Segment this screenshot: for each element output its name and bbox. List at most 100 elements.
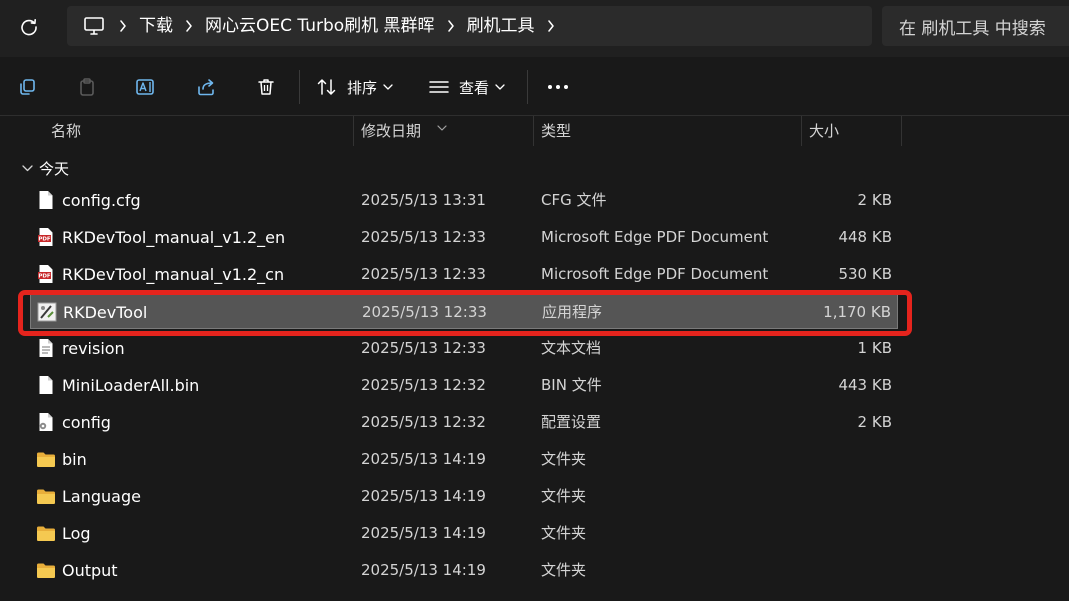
file-name: bin — [62, 450, 87, 469]
copy-icon — [20, 79, 35, 95]
column-header-name[interactable]: 名称 — [51, 116, 81, 146]
app-icon — [37, 302, 57, 322]
file-size: 530 KB — [838, 265, 892, 283]
more-options-button[interactable] — [543, 71, 573, 103]
search-placeholder: 在 刷机工具 中搜索 — [899, 18, 1046, 39]
trash-icon — [258, 79, 274, 95]
file-row[interactable]: PDF RKDevTool_manual_v1.2_cn 2025/5/13 12:… — [30, 257, 898, 292]
view-label: 查看 — [459, 78, 490, 97]
folder-icon — [36, 449, 56, 469]
copy-button[interactable] — [12, 71, 42, 103]
delete-button[interactable] — [251, 71, 281, 103]
file-type: 文件夹 — [541, 561, 587, 579]
file-date: 2025/5/13 14:19 — [361, 450, 486, 468]
file-row[interactable]: PDF RKDevTool_manual_v1.2_en 2025/5/13 12:… — [30, 220, 898, 255]
folder-icon — [36, 486, 56, 506]
text-file-icon — [36, 338, 56, 358]
toolbar-divider — [299, 70, 300, 104]
file-row[interactable]: revision 2025/5/13 12:33 文本文档 1 KB — [30, 331, 898, 366]
file-name: config — [62, 413, 111, 432]
file-size: 2 KB — [857, 191, 892, 209]
breadcrumb-chevron-icon[interactable] — [173, 6, 205, 46]
chevron-down-icon — [383, 84, 393, 90]
file-row-selected[interactable]: RKDevTool 2025/5/13 12:33 应用程序 1,170 KB — [30, 294, 898, 329]
folder-icon — [36, 523, 56, 543]
file-date: 2025/5/13 14:19 — [361, 524, 486, 542]
file-name: Language — [62, 487, 141, 506]
file-name: config.cfg — [62, 191, 141, 210]
file-type: 文件夹 — [541, 487, 587, 505]
file-explorer-window: 下载 网心云OEC Turbo刷机 黑群晖 刷机工具 在 刷机工具 中搜索 排序… — [0, 0, 1069, 601]
file-date: 2025/5/13 12:32 — [361, 376, 486, 394]
file-date: 2025/5/13 12:33 — [362, 303, 487, 321]
view-list-icon — [429, 81, 449, 93]
file-row[interactable]: Output 2025/5/13 14:19 文件夹 — [30, 553, 898, 588]
file-row[interactable]: Log 2025/5/13 14:19 文件夹 — [30, 516, 898, 551]
file-name: Log — [62, 524, 91, 543]
column-header-type[interactable]: 类型 — [541, 116, 571, 146]
paste-button[interactable] — [72, 71, 102, 103]
file-type: Microsoft Edge PDF Document — [541, 228, 769, 246]
pdf-icon: PDF — [36, 264, 56, 284]
search-input[interactable]: 在 刷机工具 中搜索 — [882, 6, 1069, 46]
pdf-icon: PDF — [36, 227, 56, 247]
settings-file-icon — [36, 412, 56, 432]
file-row[interactable]: Language 2025/5/13 14:19 文件夹 — [30, 479, 898, 514]
file-name: revision — [62, 339, 125, 358]
more-icon — [548, 85, 568, 89]
sort-indicator-icon — [437, 116, 447, 135]
breadcrumb-downloads[interactable]: 下载 — [139, 6, 173, 46]
sort-label: 排序 — [347, 78, 378, 97]
file-row[interactable]: MiniLoaderAll.bin 2025/5/13 12:32 BIN 文件 44… — [30, 368, 898, 403]
file-name: RKDevTool — [63, 303, 148, 322]
this-pc-icon[interactable] — [83, 14, 107, 38]
breadcrumb-current-folder[interactable]: 刷机工具 — [467, 6, 535, 46]
chevron-down-icon — [495, 84, 505, 90]
file-row[interactable]: config 2025/5/13 12:32 配置设置 2 KB — [30, 405, 898, 440]
breadcrumb-chevron-icon[interactable] — [535, 6, 567, 46]
file-date: 2025/5/13 12:33 — [361, 339, 486, 357]
file-type: CFG 文件 — [541, 191, 607, 209]
column-resize-handle[interactable] — [801, 116, 802, 146]
file-type: 文件夹 — [541, 450, 587, 468]
command-bar: 排序 查看 — [0, 57, 1069, 116]
share-icon — [198, 79, 214, 96]
sort-button[interactable]: 排序 — [316, 71, 393, 103]
file-row[interactable]: config.cfg 2025/5/13 13:31 CFG 文件 2 KB — [30, 183, 898, 218]
address-bar[interactable]: 下载 网心云OEC Turbo刷机 黑群晖 刷机工具 — [67, 6, 872, 46]
chevron-down-icon[interactable] — [22, 164, 33, 172]
address-row: 下载 网心云OEC Turbo刷机 黑群晖 刷机工具 在 刷机工具 中搜索 — [0, 0, 1069, 57]
share-button[interactable] — [191, 71, 221, 103]
file-size: 1,170 KB — [823, 303, 891, 321]
file-date: 2025/5/13 14:19 — [361, 487, 486, 505]
breadcrumb-chevron-icon[interactable] — [435, 6, 467, 46]
file-icon — [36, 375, 56, 395]
file-date: 2025/5/13 14:19 — [361, 561, 486, 579]
column-header-date[interactable]: 修改日期 — [361, 116, 421, 146]
column-resize-handle[interactable] — [353, 116, 354, 146]
refresh-button[interactable] — [12, 10, 46, 44]
breadcrumb-chevron-icon[interactable] — [107, 6, 139, 46]
rename-button[interactable] — [131, 71, 161, 103]
file-size: 2 KB — [857, 413, 892, 431]
breadcrumb-oec-folder[interactable]: 网心云OEC Turbo刷机 黑群晖 — [205, 6, 435, 46]
group-header-today[interactable]: 今天 — [0, 153, 69, 183]
refresh-icon — [21, 19, 37, 36]
file-type: 文件夹 — [541, 524, 587, 542]
file-date: 2025/5/13 12:33 — [361, 228, 486, 246]
column-header-size[interactable]: 大小 — [809, 116, 839, 146]
file-type: 应用程序 — [542, 303, 603, 321]
file-row[interactable]: bin 2025/5/13 14:19 文件夹 — [30, 442, 898, 477]
file-size: 1 KB — [857, 339, 892, 357]
file-name: Output — [62, 561, 118, 580]
view-button[interactable]: 查看 — [428, 71, 505, 103]
folder-icon — [36, 560, 56, 580]
file-size: 448 KB — [838, 228, 892, 246]
column-resize-handle[interactable] — [533, 116, 534, 146]
file-date: 2025/5/13 12:32 — [361, 413, 486, 431]
file-type: 文本文档 — [541, 339, 602, 357]
column-resize-handle[interactable] — [901, 116, 902, 146]
file-type: 配置设置 — [541, 413, 602, 431]
file-name: RKDevTool_manual_v1.2_en — [62, 228, 286, 247]
paste-icon — [80, 78, 94, 96]
